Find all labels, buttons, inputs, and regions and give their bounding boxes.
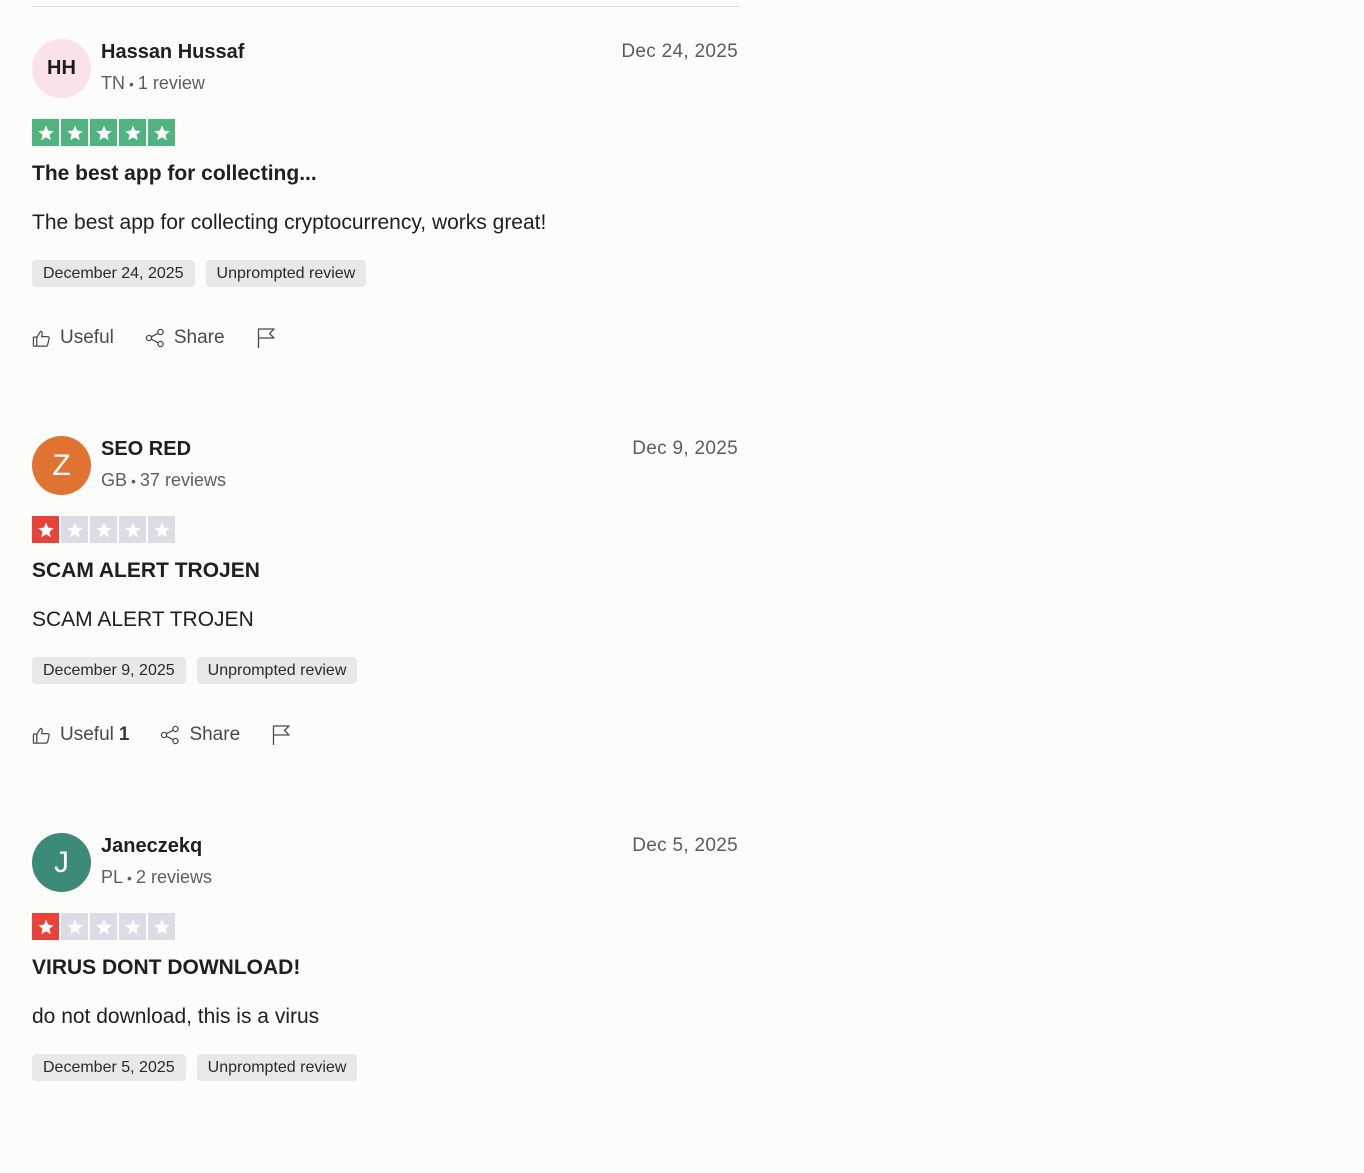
review-chips: December 9, 2025 Unprompted review (32, 657, 358, 684)
star-empty-icon (90, 913, 117, 940)
share-button[interactable]: Share (160, 724, 240, 746)
review-body: do not download, this is a virus (32, 1005, 320, 1028)
star-empty-icon (148, 516, 175, 543)
reviewer-meta: PL • 2 reviews (101, 867, 212, 888)
star-filled-icon (119, 119, 146, 146)
review-chips: December 24, 2025 Unprompted review (32, 260, 367, 287)
reviewer-country: TN (101, 73, 125, 93)
review-actions: Useful 1 Share (32, 724, 291, 746)
flag-icon (256, 327, 276, 349)
review-date: Dec 24, 2025 (621, 41, 738, 62)
reviewer-review-count: 1 review (137, 73, 205, 93)
avatar[interactable]: Z (32, 436, 91, 495)
separator-dot: • (129, 76, 134, 92)
experience-date-chip: December 24, 2025 (32, 260, 195, 287)
thumbs-up-icon (32, 329, 51, 348)
star-rating (32, 119, 175, 146)
share-button[interactable]: Share (145, 327, 225, 349)
review-body: The best app for collecting cryptocurren… (32, 211, 547, 234)
star-filled-icon (32, 516, 59, 543)
review-actions: Useful Share (32, 327, 276, 349)
star-empty-icon (119, 913, 146, 940)
separator-dot: • (127, 870, 132, 886)
avatar[interactable]: J (32, 833, 91, 892)
star-filled-icon (61, 119, 88, 146)
reviewer-name[interactable]: Janeczekq (101, 835, 202, 858)
review-title[interactable]: The best app for collecting... (32, 162, 317, 186)
share-label: Share (173, 327, 225, 348)
useful-count: 1 (118, 724, 130, 745)
star-rating (32, 913, 175, 940)
reviewer-meta: GB • 37 reviews (101, 470, 226, 491)
useful-label: Useful (60, 327, 114, 348)
share-icon (160, 725, 180, 745)
useful-label: Useful (60, 724, 114, 745)
share-icon (145, 328, 165, 348)
experience-date-chip: December 9, 2025 (32, 657, 186, 684)
avatar[interactable]: HH (32, 39, 91, 98)
share-label: Share (189, 724, 241, 745)
star-empty-icon (61, 913, 88, 940)
star-empty-icon (148, 913, 175, 940)
review-title[interactable]: VIRUS DONT DOWNLOAD! (32, 956, 300, 980)
thumbs-up-icon (32, 726, 51, 745)
reviewer-name[interactable]: SEO RED (101, 438, 191, 461)
review-title[interactable]: SCAM ALERT TROJEN (32, 559, 260, 583)
review-card: J Janeczekq PL • 2 reviews Dec 5, 2025 VIR… (32, 833, 740, 1173)
review-body: SCAM ALERT TROJEN (32, 608, 254, 631)
review-chips: December 5, 2025 Unprompted review (32, 1054, 358, 1081)
useful-button[interactable]: Useful (32, 327, 114, 349)
reviewer-review-count: 37 reviews (139, 470, 226, 490)
reviewer-name[interactable]: Hassan Hussaf (101, 41, 244, 64)
star-filled-icon (32, 913, 59, 940)
unprompted-review-chip[interactable]: Unprompted review (205, 260, 367, 287)
review-date: Dec 5, 2025 (632, 835, 738, 856)
star-empty-icon (61, 516, 88, 543)
top-divider (32, 6, 740, 7)
star-rating (32, 516, 175, 543)
star-empty-icon (119, 516, 146, 543)
review-card: Z SEO RED GB • 37 reviews Dec 9, 2025 SCAM… (32, 436, 740, 776)
review-card: HH Hassan Hussaf TN • 1 review Dec 24, 202… (32, 39, 740, 379)
separator-dot: • (131, 473, 136, 489)
reviewer-country: PL (101, 867, 124, 887)
experience-date-chip: December 5, 2025 (32, 1054, 186, 1081)
star-empty-icon (90, 516, 117, 543)
useful-button[interactable]: Useful 1 (32, 724, 129, 746)
star-filled-icon (148, 119, 175, 146)
reviewer-country: GB (101, 470, 128, 490)
star-filled-icon (32, 119, 59, 146)
report-button[interactable] (256, 327, 276, 349)
star-filled-icon (90, 119, 117, 146)
unprompted-review-chip[interactable]: Unprompted review (196, 657, 358, 684)
reviewer-review-count: 2 reviews (135, 867, 212, 887)
review-date: Dec 9, 2025 (632, 438, 738, 459)
report-button[interactable] (271, 724, 291, 746)
reviewer-meta: TN • 1 review (101, 73, 205, 94)
flag-icon (271, 724, 291, 746)
unprompted-review-chip[interactable]: Unprompted review (196, 1054, 358, 1081)
